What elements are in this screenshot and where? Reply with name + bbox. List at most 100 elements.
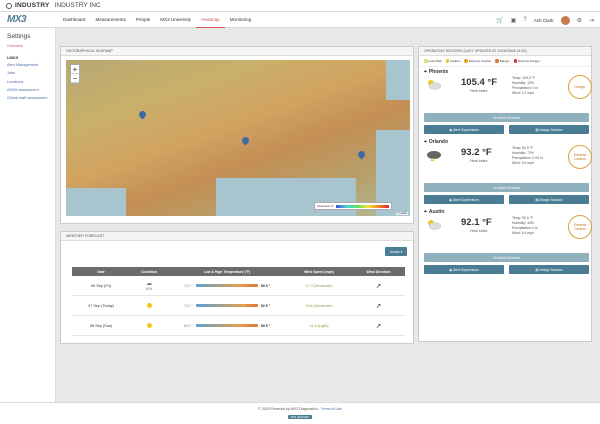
row-date: 08 Sep (Sun) [89,323,113,328]
temp-low: 69.3 ° [183,323,193,328]
nav-item-measurements[interactable]: Measurements [90,12,130,28]
alert-supervisors-button[interactable]: ◉ Alert Supervisors [424,195,504,204]
row-date: 06 Sep (Fri) [90,283,112,288]
brand-logo[interactable]: MX3 [0,12,58,28]
nav-item-monitoring[interactable]: Monitoring [225,12,256,28]
heat-index-label: Heat Index [470,89,488,93]
sidebar-title: Settings [7,33,31,40]
partly-cloudy-icon [428,220,442,230]
location-pin-icon: ⌖ [424,139,427,145]
location-pin-icon: ⌖ [424,69,427,75]
map-pin-orlando[interactable] [358,151,365,160]
region-name: ⌖ Orlando [424,139,448,145]
alert-supervisors-button[interactable]: ◉ Alert Supervisors [424,125,504,134]
nav-item-people[interactable]: People [131,12,155,28]
temp-low: 74.3 ° [183,283,193,288]
map-panel-title: GEOGRAPHICAL HEATMAP [61,47,413,56]
row-wind-direction: ➚ [352,282,405,290]
avatar[interactable] [560,15,570,25]
table-row: 07 Sep (Today) 74.3 ° 92.5 ° 16.6 (Moderate… [72,296,405,316]
sidebar-links-heading: LINKS [7,56,19,61]
temp-high: 89.0 ° [260,283,271,288]
row-condition [130,302,168,309]
col-wind-speed: Wind Speed (mph) [304,269,334,274]
sidebar-item-overview[interactable]: Overview [7,44,48,48]
alert-supervisors-button[interactable]: ◉ Alert Supervisors [424,265,504,274]
legend-label: Caution [450,59,461,63]
sun-icon [146,322,152,328]
gear-logo-icon [6,2,12,9]
temp-high: 89.5 ° [260,323,271,328]
temp-range-bar [195,324,258,327]
col-condition: Condition [141,269,157,274]
nav-item-dashboard[interactable]: Dashboard [58,12,90,28]
sidebar-link-locations[interactable]: Locations [7,80,48,84]
assign-session-button[interactable]: ▤ Assign Session [509,125,589,134]
zoom-in-button[interactable]: + [71,65,79,74]
map-pin-austin[interactable] [242,137,249,146]
help-icon[interactable]: ? [523,17,526,23]
weather-table-header: Date Condition Low & High Temperature (°… [72,267,405,276]
wind-arrow-icon: ➚ [375,282,382,290]
sidebar-link-jobs[interactable]: Jobs [7,71,48,75]
nav-item-heatmap[interactable]: Heatmap [196,12,225,28]
settings-icon[interactable]: ⚙ [577,17,582,24]
region-name: ⌖ Phoenix [424,69,449,75]
sidebar-link-assh-assessment[interactable]: ASSH assessment [7,88,48,92]
sidebar-links: Alert Management Jobs Locations ASSH assess… [7,63,48,100]
top-header: INDUSTRY INDUSTRY INC [0,0,600,12]
sun-icon [146,302,152,308]
nav-right: 🛒 ▣ ? Ash Clark ⚙ ⇥ [496,12,594,28]
regions-panel: OPERATING REGIONS (LAST UPDATED AT 2024/… [418,46,592,342]
terms-link[interactable]: Terms of Use [321,407,342,411]
weather-table: Date Condition Low & High Temperature (°… [72,267,405,336]
row-wind-direction: ➚ [352,302,405,310]
weather-panel-title: WEATHER FORECAST [61,232,413,241]
active-workers-button[interactable]: 15 Active Workers [424,183,589,192]
geographical-heatmap[interactable]: + − Temperature °F © Leaflet [66,60,410,216]
footer: © 2024 Powered by MX3 Diagnostics - Term… [0,402,600,424]
legend-item: Danger [495,59,510,63]
legend-dot [424,59,428,63]
active-workers-button[interactable]: 15 Active Workers [424,253,589,262]
map-pin-phoenix[interactable] [139,111,146,120]
region-stats: Temp: 90.0 °F Humidity: 44% Precipitation:… [512,216,539,235]
sidebar-link-alert-management[interactable]: Alert Management [7,63,48,67]
cart-icon[interactable]: 🛒 [496,17,503,24]
temp-high: 92.5 ° [260,303,271,308]
zoom-out-button[interactable]: − [71,74,79,83]
logout-icon[interactable]: ⇥ [589,17,594,24]
sidebar-link-global-staff-assessment[interactable]: Global staff assessment [7,96,48,100]
settings-sidebar: Settings Overview LINKS Alert Management… [0,28,56,402]
col-wind-direction: Wind Direction [366,269,391,274]
zoom-control: + − [70,64,80,84]
footer-copyright: © 2024 Powered by MX3 Diagnostics [258,407,318,411]
legend-item: Less Risk [424,59,442,63]
active-workers-button[interactable]: 15 Active Workers [424,113,589,122]
shop-icon[interactable]: ▣ [511,17,517,24]
risk-badge: Extreme Caution [568,215,592,239]
region-card-austin: ⌖ Austin 92.1 °F Heat Index Temp: 90.0 °F Hum… [424,209,594,279]
region-stats: Temp: 109.3 °F Humidity: 13% Precipitation… [512,76,539,95]
user-name[interactable]: Ash Clark [534,18,554,23]
heat-index-value: 93.2 °F [461,147,492,158]
map-attribution[interactable]: © Leaflet [395,212,408,215]
heat-index-value: 105.4 °F [461,77,498,88]
map-panel: GEOGRAPHICAL HEATMAP + − Temperature °F … [60,46,414,224]
wind-arrow-icon: ➚ [375,322,382,330]
legend-label: Extreme Caution [468,59,492,63]
assign-session-button[interactable]: ▤ Assign Session [509,195,589,204]
location-select[interactable]: Austin ▾ [385,247,407,256]
table-row: 08 Sep (Sun) 69.3 ° 89.5 ° 11.6 (Light) ➚ [72,316,405,336]
legend-label: Less Risk [428,59,442,63]
legend-dot [464,59,468,63]
footer-badge: MX3 HEATMAP [287,415,313,420]
col-temperature: Low & High Temperature (°F) [203,269,251,274]
nav-item-mx3-university[interactable]: MX3 University [155,12,196,28]
row-wind-speed: 11.6 (Light) [309,323,329,328]
assign-session-button[interactable]: ▤ Assign Session [509,265,589,274]
legend-item: Extreme Danger [513,59,540,63]
nav-items: Dashboard Measurements People MX3 Universit… [58,12,256,28]
region-card-phoenix: ⌖ Phoenix 105.4 °F Heat Index Temp: 109.3 °F… [424,69,594,139]
storm-cloud-icon [427,151,441,161]
